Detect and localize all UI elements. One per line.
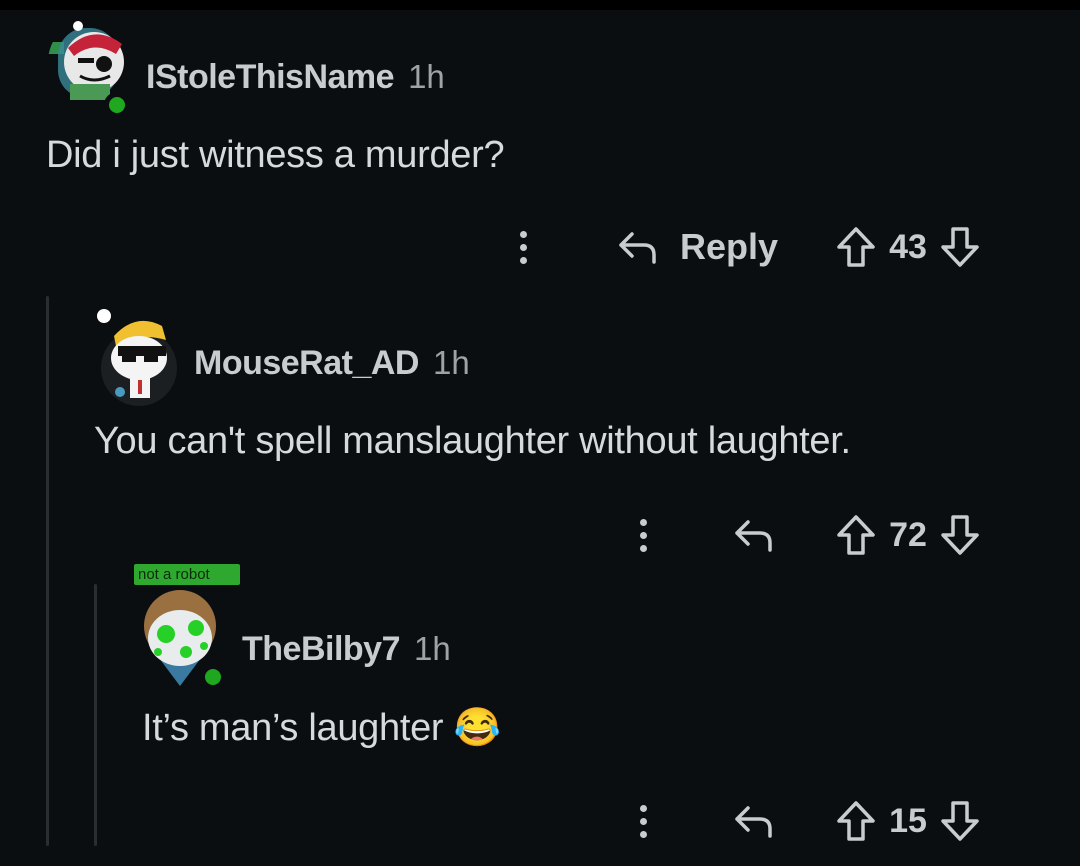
online-indicator xyxy=(104,92,130,118)
upvote-arrow-icon xyxy=(837,227,875,267)
vote-controls: 15 xyxy=(836,800,980,842)
reply-icon xyxy=(735,806,772,838)
downvote-button[interactable] xyxy=(940,800,980,842)
comment-body: Did i just witness a murder? xyxy=(46,134,505,176)
vote-count: 43 xyxy=(889,227,927,266)
more-options-button[interactable] xyxy=(628,510,658,560)
downvote-button[interactable] xyxy=(940,226,980,268)
comment-body-text: It’s man’s laughter xyxy=(142,707,444,749)
reply-icon xyxy=(735,520,772,552)
timestamp: 1h xyxy=(413,630,451,667)
sunglasses-snoo-avatar-icon xyxy=(97,309,177,406)
comment-actions: 72 xyxy=(628,510,980,560)
username[interactable]: IStoleThisName xyxy=(146,58,395,97)
online-indicator xyxy=(200,664,226,690)
comment-meta: IStoleThisName 1h xyxy=(146,58,445,97)
downvote-button[interactable] xyxy=(940,514,980,556)
timestamp: 1h xyxy=(408,58,445,95)
username[interactable]: TheBilby7 xyxy=(242,630,400,669)
comment-actions: Reply 43 xyxy=(508,222,980,272)
comment-actions: 15 xyxy=(628,796,980,846)
comment-body: It’s man’s laughter 😂 xyxy=(142,706,501,750)
downvote-arrow-icon xyxy=(941,801,979,841)
downvote-arrow-icon xyxy=(941,227,979,267)
more-options-button[interactable] xyxy=(628,796,658,846)
upvote-button[interactable] xyxy=(836,800,876,842)
vote-controls: 43 xyxy=(836,226,980,268)
flair-badge: not a robot xyxy=(134,564,240,585)
reply-button[interactable] xyxy=(734,804,774,838)
comment-body: You can't spell manslaughter without lau… xyxy=(94,420,851,462)
upvote-button[interactable] xyxy=(836,514,876,556)
comment-meta: TheBilby7 1h xyxy=(242,630,451,669)
vote-count: 72 xyxy=(889,515,927,554)
comment-meta: MouseRat_AD 1h xyxy=(194,344,470,383)
upvote-button[interactable] xyxy=(836,226,876,268)
reply-button[interactable]: Reply xyxy=(618,226,778,268)
avatar[interactable] xyxy=(96,306,182,406)
upvote-arrow-icon xyxy=(837,801,875,841)
more-options-button[interactable] xyxy=(508,222,538,272)
username[interactable]: MouseRat_AD xyxy=(194,344,419,383)
reply-icon xyxy=(619,232,656,264)
upvote-arrow-icon xyxy=(837,515,875,555)
downvote-arrow-icon xyxy=(941,515,979,555)
timestamp: 1h xyxy=(432,344,470,381)
vote-controls: 72 xyxy=(836,514,980,556)
thread-line-level-1[interactable] xyxy=(46,296,49,846)
vote-count: 15 xyxy=(889,801,927,840)
status-bar-edge xyxy=(0,0,1080,10)
reply-button[interactable] xyxy=(734,518,774,552)
reply-label: Reply xyxy=(680,226,779,267)
thread-line-level-2[interactable] xyxy=(94,584,97,846)
face-with-tears-of-joy-emoji: 😂 xyxy=(453,707,501,749)
